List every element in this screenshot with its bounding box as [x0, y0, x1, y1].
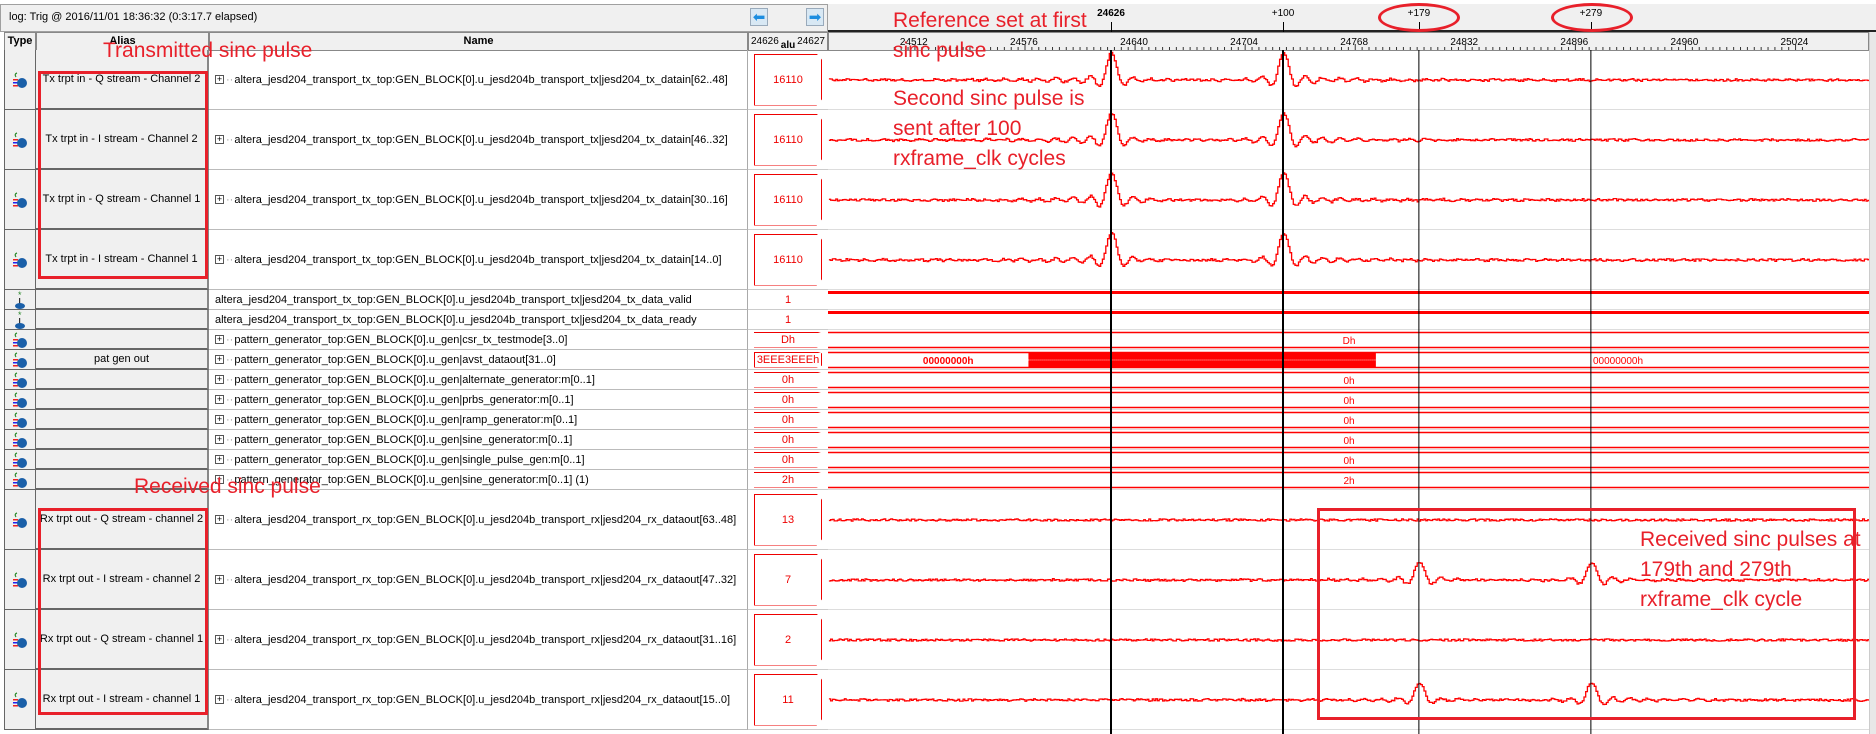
digital-high-waveform [828, 291, 1869, 294]
annotation-box-tx-aliases [38, 71, 208, 279]
bus-value-label: 2h [1343, 476, 1354, 487]
bus-value-label: 0h [1343, 396, 1354, 407]
annotation-line: Reference set at first [893, 9, 1087, 32]
annotation-line: rxframe_clk cycles [893, 147, 1066, 170]
annotation-line: sinc pulse [893, 39, 987, 62]
bus-value-label: Dh [1343, 336, 1356, 347]
bus-value-label: 0h [1343, 376, 1354, 387]
digital-high-waveform [828, 311, 1869, 314]
analog-waveform [828, 231, 1870, 268]
annotation-transmitted: Transmitted sinc pulse [103, 39, 313, 62]
bus-value-label: 0h [1343, 436, 1354, 447]
bus-value-label: 0h [1343, 416, 1354, 427]
bus-value-label: 0h [1343, 456, 1354, 467]
annotation-second-pulse: Second sinc pulse is sent after 100 rxfram… [893, 84, 1084, 174]
annotation-box-rx-aliases [38, 508, 208, 715]
annotation-ellipse-279 [1551, 3, 1633, 32]
vertical-scrollbar[interactable] [1869, 32, 1876, 734]
bus-value-label: 00000000h [923, 356, 974, 367]
annotation-received: Received sinc pulse [134, 475, 321, 498]
bus-value-label: 00000000h [1593, 356, 1643, 367]
annotation-reference: Reference set at first sinc pulse [893, 6, 1087, 66]
annotation-ellipse-179 [1378, 3, 1460, 32]
analog-waveform [828, 172, 1870, 208]
annotation-box-rx-pulses [1317, 508, 1856, 720]
annotation-line: Second sinc pulse is [893, 87, 1085, 110]
annotation-line: sent after 100 [893, 117, 1022, 140]
